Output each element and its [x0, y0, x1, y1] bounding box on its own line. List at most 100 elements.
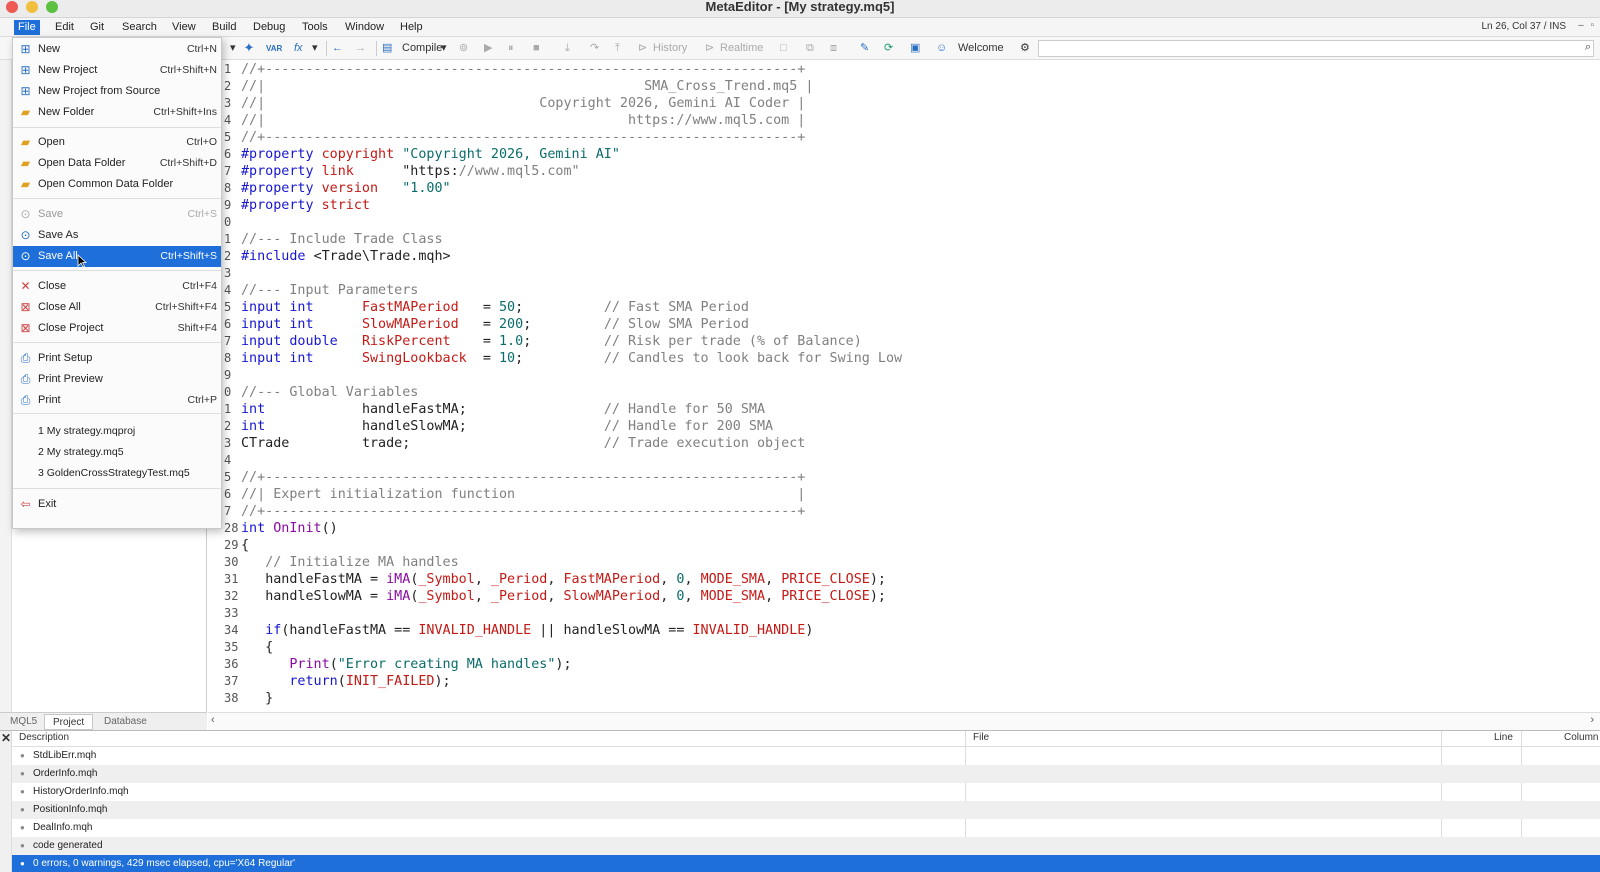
welcome-button[interactable]: Welcome	[958, 40, 1004, 57]
code-line[interactable]: 31 handleFastMA = iMA(_Symbol, _Period, …	[224, 571, 1600, 588]
error-row[interactable]: ● DealInfo.mqh	[12, 819, 1600, 837]
code-line[interactable]: 6 input int SlowMAPeriod = 200; // Slow S…	[224, 316, 1600, 333]
error-row[interactable]: ● StdLibErr.mqh	[12, 747, 1600, 765]
code-line[interactable]: 32 handleSlowMA = iMA(_Symbol, _Period, …	[224, 588, 1600, 605]
tab-project[interactable]: Project	[44, 714, 94, 730]
code-line[interactable]: 37 return(INIT_FAILED);	[224, 673, 1600, 690]
code-line[interactable]: 9 #property strict	[224, 197, 1600, 214]
back-arrow-icon[interactable]: ←	[332, 40, 343, 57]
code-line[interactable]: 1 int handleFastMA; // Handle for 50 SMA	[224, 401, 1600, 418]
history-button[interactable]: History	[653, 40, 687, 57]
error-row[interactable]: ● OrderInfo.mqh	[12, 765, 1600, 783]
column-description[interactable]: Description	[19, 732, 69, 743]
code-line[interactable]: 0	[224, 214, 1600, 231]
history-icon[interactable]: ⊳	[638, 40, 647, 57]
menu-search[interactable]: Search	[118, 20, 161, 35]
square-icon[interactable]: □	[780, 40, 787, 57]
menu-item-print-setup[interactable]: ⎙ Print Setup	[13, 348, 221, 369]
code-line[interactable]: 30 // Initialize MA handles	[224, 554, 1600, 571]
menu-item-new-project-from-source[interactable]: ⊞ New Project from Source	[13, 81, 221, 102]
copy-icon[interactable]: ⧉	[806, 40, 814, 57]
code-line[interactable]: 38 }	[224, 690, 1600, 707]
error-row[interactable]: ● PositionInfo.mqh	[12, 801, 1600, 819]
panel-close-button[interactable]: ✕	[0, 731, 12, 872]
realtime-icon[interactable]: ⊳	[705, 40, 714, 57]
close-icon[interactable]: ✕	[1, 731, 11, 745]
compile-dropdown-icon[interactable]: ▾	[441, 40, 447, 57]
menu-debug[interactable]: Debug	[249, 20, 289, 35]
forward-arrow-icon[interactable]: →	[355, 40, 366, 57]
menu-item-new[interactable]: ⊞ New Ctrl+N	[13, 39, 221, 60]
step-out-icon[interactable]: ⤒	[615, 40, 620, 57]
code-line[interactable]: 5 //+------------------------------------…	[224, 129, 1600, 146]
pause-icon[interactable]: ⏸	[508, 40, 514, 57]
menu-item-save-as[interactable]: ⊙ Save As	[13, 225, 221, 246]
menu-item-open[interactable]: ▰ Open Ctrl+O	[13, 132, 221, 153]
column-line[interactable]: Line	[1494, 732, 1513, 743]
recent-file-item[interactable]: 1 My strategy.mqproj	[13, 421, 221, 442]
code-line[interactable]: 8 #property version "1.00"	[224, 180, 1600, 197]
code-line[interactable]: 3	[224, 265, 1600, 282]
code-line[interactable]: 7 #property link "https://www.mql5.com"	[224, 163, 1600, 180]
code-line[interactable]: 0 //--- Global Variables	[224, 384, 1600, 401]
code-line[interactable]: 36 Print("Error creating MA handles");	[224, 656, 1600, 673]
error-row[interactable]: ● code generated	[12, 837, 1600, 855]
column-file[interactable]: File	[973, 732, 989, 743]
tab-database[interactable]: Database	[96, 714, 155, 730]
code-line[interactable]: 2 #include <Trade\Trade.mqh>	[224, 248, 1600, 265]
code-line[interactable]: 7 //+------------------------------------…	[224, 503, 1600, 520]
code-line[interactable]: 34 if(handleFastMA == INVALID_HANDLE || …	[224, 622, 1600, 639]
dropdown-arrow-icon[interactable]: ▾	[230, 40, 236, 57]
code-line[interactable]: 7 input double RiskPercent = 1.0; // Risk…	[224, 333, 1600, 350]
pen-icon[interactable]: ✎	[860, 40, 869, 57]
error-row-summary[interactable]: ● 0 errors, 0 warnings, 429 msec elapsed,…	[12, 855, 1600, 872]
scroll-right-icon[interactable]: ›	[1590, 714, 1594, 726]
code-line[interactable]: 4 //--- Input Parameters	[224, 282, 1600, 299]
menu-window[interactable]: Window	[341, 20, 388, 35]
code-line[interactable]: 28 int OnInit()	[224, 520, 1600, 537]
menu-item-close-all[interactable]: ⊠ Close All Ctrl+Shift+F4	[13, 297, 221, 318]
column-column[interactable]: Column	[1564, 732, 1598, 743]
sparkle-icon[interactable]: ✦	[241, 40, 257, 57]
search-input[interactable]: ⌕	[1038, 40, 1594, 57]
code-line[interactable]: 8 input int SwingLookback = 10; // Candle…	[224, 350, 1600, 367]
settings-sliders-icon[interactable]: ⚙	[1020, 40, 1030, 57]
var-icon[interactable]: VAR	[266, 40, 282, 57]
debug-start-icon[interactable]: ⊚	[459, 40, 468, 57]
cloud-icon[interactable]: ⟳	[884, 40, 893, 57]
code-line[interactable]: 2 int handleSlowMA; // Handle for 200 SMA	[224, 418, 1600, 435]
menu-item-save-all[interactable]: ⊙ Save All Ctrl+Shift+S	[13, 246, 221, 267]
menu-edit[interactable]: Edit	[51, 20, 78, 35]
terminal-icon[interactable]: ▣	[910, 40, 920, 57]
step-over-icon[interactable]: ↷	[590, 40, 599, 57]
code-line[interactable]: 1 //+------------------------------------…	[224, 61, 1600, 78]
recent-file-item[interactable]: 2 My strategy.mq5	[13, 442, 221, 463]
stop-icon[interactable]: ■	[533, 40, 540, 57]
menu-file[interactable]: File	[14, 20, 40, 35]
menu-item-close-project[interactable]: ⊠ Close Project Shift+F4	[13, 318, 221, 339]
menu-item-save[interactable]: ⊙ Save Ctrl+S	[13, 204, 221, 225]
menu-item-exit[interactable]: ⇦ Exit	[13, 494, 221, 515]
menu-item-new-folder[interactable]: ▰ New Folder Ctrl+Shift+Ins	[13, 102, 221, 123]
menu-help[interactable]: Help	[396, 20, 427, 35]
code-line[interactable]: 29{	[224, 537, 1600, 554]
welcome-icon[interactable]: ☺	[936, 40, 947, 57]
compile-button[interactable]: Compile	[402, 40, 442, 57]
error-row[interactable]: ● HistoryOrderInfo.mqh	[12, 783, 1600, 801]
play-icon[interactable]: ▶	[484, 40, 492, 57]
menu-build[interactable]: Build	[208, 20, 240, 35]
compare-icon[interactable]: ⧈	[830, 40, 837, 57]
code-line[interactable]: 9	[224, 367, 1600, 384]
code-line[interactable]: 3 CTrade trade; // Trade execution object	[224, 435, 1600, 452]
horizontal-scrollbar[interactable]: ‹ ›	[208, 712, 1600, 730]
code-line[interactable]: 5 input int FastMAPeriod = 50; // Fast SM…	[224, 299, 1600, 316]
menu-item-new-project[interactable]: ⊞ New Project Ctrl+Shift+N	[13, 60, 221, 81]
menu-item-open-common-data-folder[interactable]: ▰ Open Common Data Folder	[13, 174, 221, 195]
recent-file-item[interactable]: 3 GoldenCrossStrategyTest.mq5	[13, 463, 221, 484]
fx-icon[interactable]: fx	[294, 40, 303, 57]
realtime-button[interactable]: Realtime	[720, 40, 763, 57]
code-line[interactable]: 33	[224, 605, 1600, 622]
menu-item-close[interactable]: ✕ Close Ctrl+F4	[13, 276, 221, 297]
code-line[interactable]: 6 //| Expert initialization function |	[224, 486, 1600, 503]
menu-view[interactable]: View	[168, 20, 200, 35]
